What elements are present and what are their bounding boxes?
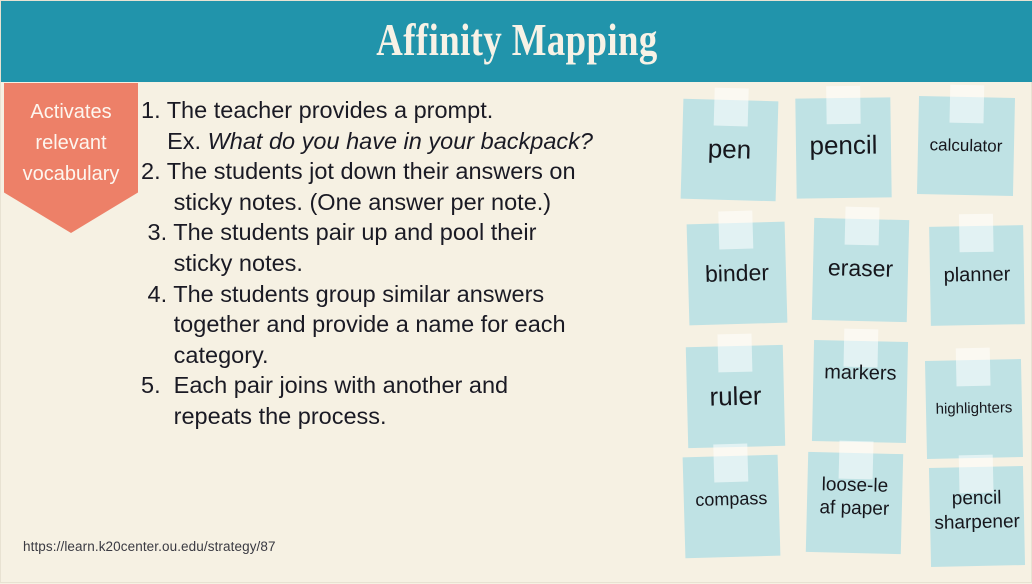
- tape-strip-icon: [949, 84, 985, 124]
- sticky-note-label: highlighters: [935, 399, 1013, 418]
- tape-strip-icon: [718, 210, 754, 250]
- sticky-note-label: compass: [694, 487, 768, 510]
- sticky-note-label: pencil sharpener: [934, 487, 1021, 534]
- sticky-note-label: pencil: [809, 129, 878, 161]
- sticky-note-label: markers: [824, 361, 897, 386]
- sticky-note[interactable]: compass: [682, 443, 781, 559]
- tape-strip-icon: [844, 206, 880, 246]
- tape-strip-icon: [712, 443, 748, 483]
- sticky-note-label: pen: [707, 133, 752, 165]
- sticky-notes-board: pen pencil calculator binder eraser planner ru…: [1, 1, 1032, 584]
- sticky-note[interactable]: ruler: [685, 333, 786, 449]
- sticky-note[interactable]: highlighters: [924, 347, 1024, 459]
- tape-strip-icon: [713, 87, 749, 127]
- sticky-note-label: loose-le af paper: [819, 474, 890, 520]
- sticky-note-label: binder: [704, 259, 770, 288]
- sticky-note[interactable]: pencil sharpener: [928, 454, 1026, 567]
- sticky-note-label: planner: [943, 263, 1011, 287]
- sticky-note-label: calculator: [929, 134, 1003, 156]
- sticky-note-label: eraser: [827, 254, 894, 282]
- tape-strip-icon: [716, 333, 752, 373]
- sticky-note[interactable]: pen: [680, 87, 779, 202]
- sticky-note[interactable]: binder: [686, 210, 788, 326]
- sticky-note[interactable]: markers: [811, 328, 909, 443]
- slide-canvas: Affinity Mapping Activates relevant voca…: [0, 0, 1032, 583]
- sticky-note[interactable]: planner: [929, 213, 1025, 326]
- sticky-note-label: ruler: [709, 380, 762, 412]
- tape-strip-icon: [958, 213, 994, 253]
- sticky-note[interactable]: eraser: [811, 206, 910, 323]
- sticky-note[interactable]: calculator: [916, 84, 1016, 196]
- tape-strip-icon: [955, 347, 991, 387]
- sticky-note[interactable]: pencil: [795, 85, 892, 199]
- sticky-note[interactable]: loose-le af paper: [805, 440, 904, 555]
- tape-strip-icon: [825, 85, 861, 125]
